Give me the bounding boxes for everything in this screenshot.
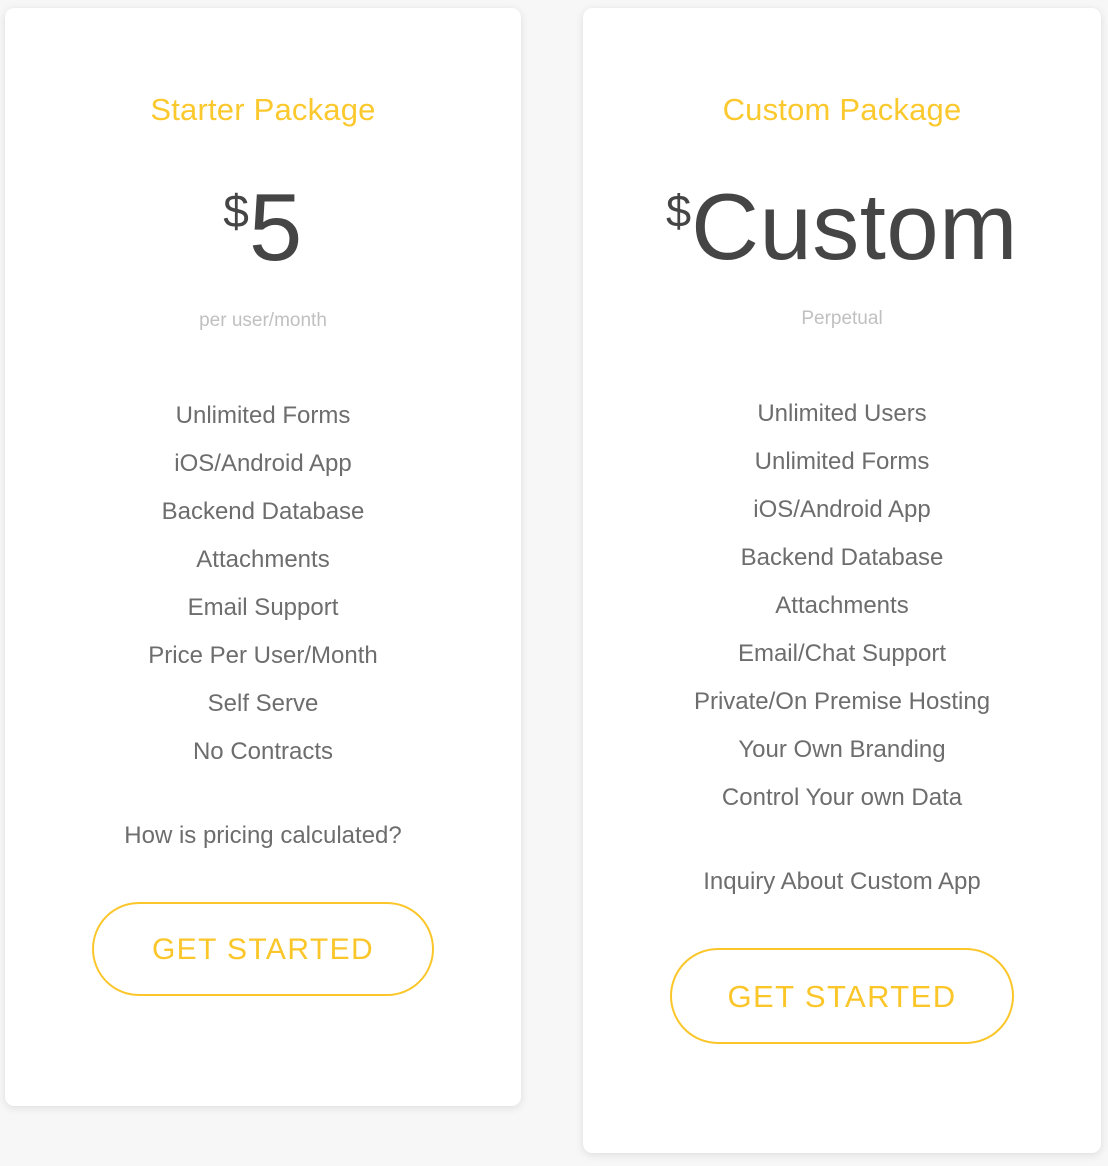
feature-item: Backend Database: [161, 498, 365, 525]
feature-item: Attachments: [775, 592, 909, 619]
feature-item: Your Own Branding: [738, 736, 946, 763]
feature-item: No Contracts: [192, 738, 334, 765]
feature-list-custom: Unlimited Users Unlimited Forms iOS/Andr…: [583, 390, 1101, 822]
feature-item: Backend Database: [740, 544, 944, 571]
plan-price-starter: $5: [5, 180, 521, 276]
plan-title-custom: Custom Package: [722, 92, 962, 127]
plan-price-period-custom: Perpetual: [801, 308, 883, 329]
feature-item: Price Per User/Month: [148, 642, 378, 669]
feature-item: Unlimited Users: [757, 400, 927, 427]
feature-item: Self Serve: [207, 690, 319, 717]
get-started-button-custom[interactable]: GET STARTED: [670, 948, 1014, 1044]
feature-item: Private/On Premise Hosting: [693, 688, 991, 715]
pricing-plans-container: Starter Package $5 per user/month Unlimi…: [0, 0, 1108, 1166]
feature-item: Unlimited Forms: [175, 402, 351, 429]
price-currency-symbol: $: [223, 185, 249, 237]
price-amount: 5: [248, 174, 303, 281]
feature-item: iOS/Android App: [753, 496, 931, 523]
pricing-card-starter: Starter Package $5 per user/month Unlimi…: [5, 8, 521, 1106]
feature-item: Email/Chat Support: [737, 640, 947, 667]
feature-item: Unlimited Forms: [754, 448, 930, 475]
custom-inquiry-link[interactable]: Inquiry About Custom App: [583, 868, 1101, 896]
price-currency-symbol: $: [666, 185, 692, 237]
feature-item: Attachments: [196, 546, 330, 573]
feature-item: Control Your own Data: [721, 784, 963, 811]
plan-price-period-starter: per user/month: [199, 310, 327, 331]
feature-list-starter: Unlimited Forms iOS/Android App Backend …: [5, 392, 521, 776]
plan-price-custom: $Custom: [583, 180, 1101, 274]
price-amount: Custom: [691, 174, 1018, 279]
feature-item: iOS/Android App: [174, 450, 352, 477]
get-started-button-starter[interactable]: GET STARTED: [92, 902, 434, 996]
pricing-card-custom: Custom Package $Custom Perpetual Unlimit…: [583, 8, 1101, 1153]
plan-title-starter: Starter Package: [150, 92, 376, 127]
feature-item: Email Support: [187, 594, 339, 621]
pricing-info-link[interactable]: How is pricing calculated?: [5, 822, 521, 850]
